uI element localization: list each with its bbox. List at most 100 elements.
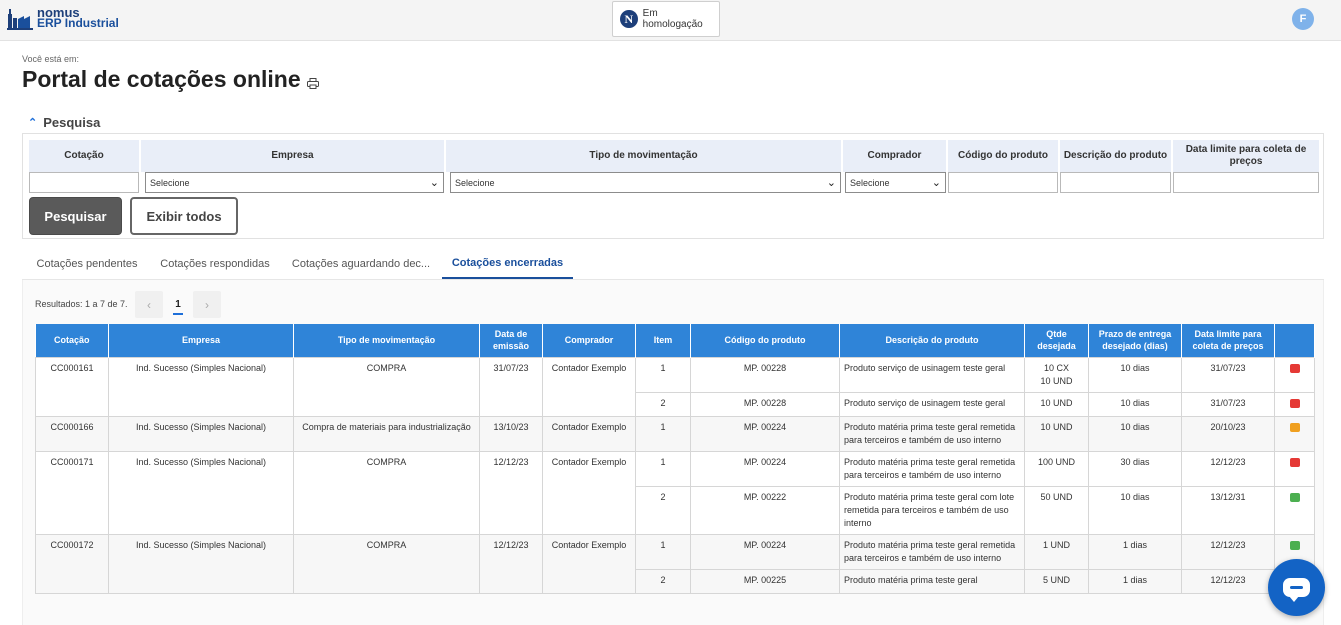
quotation-tabs: Cotações pendentes Cotações respondidas … <box>22 249 1324 280</box>
col-header-status <box>1274 324 1315 357</box>
cell-tipo-movimentacao: COMPRA <box>293 533 480 594</box>
cell-descricao-produto: Produto serviço de usinagem teste geral <box>839 391 1025 417</box>
comprador-select[interactable]: Selecione ⌄ <box>845 172 946 193</box>
cell-empresa: Ind. Sucesso (Simples Nacional) <box>108 533 294 594</box>
col-header-tipo-movimentacao[interactable]: Tipo de movimentação <box>293 324 480 357</box>
chat-button[interactable] <box>1268 559 1325 616</box>
cell-status <box>1274 450 1315 487</box>
descricao-produto-input[interactable] <box>1060 172 1171 193</box>
factory-icon <box>7 9 33 30</box>
cell-data-emissao: 13/10/23 <box>479 415 543 452</box>
cell-data-emissao: 12/12/23 <box>479 533 543 594</box>
search-section-toggle[interactable]: ⌃ Pesquisa <box>28 115 100 130</box>
table-header-row: Cotação Empresa Tipo de movimentação Dat… <box>35 324 1315 357</box>
pagination-next-button[interactable]: › <box>193 291 221 318</box>
quotations-table: Cotação Empresa Tipo de movimentação Dat… <box>35 324 1315 594</box>
cell-item: 2 <box>635 568 691 594</box>
cell-prazo-entrega: 10 dias <box>1088 415 1182 452</box>
cotacao-input[interactable] <box>29 172 139 193</box>
user-avatar[interactable]: F <box>1292 8 1314 30</box>
filter-header-comprador: Comprador <box>843 140 946 172</box>
cell-qtde-desejada: 10 UND <box>1024 415 1089 452</box>
col-header-qtde-desejada[interactable]: Qtde desejada <box>1024 324 1089 357</box>
tab-cotacoes-aguardando[interactable]: Cotações aguardando dec... <box>286 249 436 279</box>
environment-label: Em homologação <box>642 8 703 30</box>
status-indicator-icon <box>1289 363 1300 373</box>
filter-header-tipo-movimentacao: Tipo de movimentação <box>446 140 841 172</box>
filter-header-codigo-produto: Código do produto <box>948 140 1058 172</box>
breadcrumb: Você está em: <box>22 54 80 64</box>
cell-item: 1 <box>635 533 691 570</box>
tab-cotacoes-pendentes[interactable]: Cotações pendentes <box>30 249 144 279</box>
tab-cotacoes-encerradas[interactable]: Cotações encerradas <box>442 249 573 279</box>
cell-data-limite: 31/07/23 <box>1181 391 1275 417</box>
table-row[interactable]: CC000171 Ind. Sucesso (Simples Nacional) C… <box>35 450 1315 535</box>
cell-qtde-desejada: 100 UND <box>1024 450 1089 487</box>
table-row[interactable]: CC000166 Ind. Sucesso (Simples Nacional) C… <box>35 415 1315 452</box>
data-limite-input[interactable] <box>1173 172 1319 193</box>
cell-comprador: Contador Exemplo <box>542 533 636 594</box>
cell-cotacao: CC000166 <box>35 415 109 452</box>
col-header-item[interactable]: Item <box>635 324 691 357</box>
cell-tipo-movimentacao: Compra de materiais para industrializaçã… <box>293 415 480 452</box>
cell-codigo-produto: MP. 00224 <box>690 533 840 570</box>
page-title: Portal de cotações online <box>22 66 319 93</box>
tipo-movimentacao-select[interactable]: Selecione ⌄ <box>450 172 841 193</box>
search-filter-panel: Cotação Empresa Tipo de movimentação Com… <box>22 133 1324 239</box>
cell-prazo-entrega: 10 dias <box>1088 391 1182 417</box>
cell-tipo-movimentacao: COMPRA <box>293 356 480 417</box>
cell-qtde-desejada: 5 UND <box>1024 568 1089 594</box>
cell-descricao-produto: Produto matéria prima teste geral remeti… <box>839 450 1025 487</box>
table-row[interactable]: CC000172 Ind. Sucesso (Simples Nacional) C… <box>35 533 1315 594</box>
status-indicator-icon <box>1289 398 1300 408</box>
logo-line2: ERP Industrial <box>37 16 119 30</box>
printer-icon[interactable] <box>306 78 319 89</box>
table-row[interactable]: CC000161 Ind. Sucesso (Simples Nacional) C… <box>35 356 1315 417</box>
top-bar: nomus ERP Industrial N Em homologação F <box>0 0 1341 41</box>
col-header-comprador[interactable]: Comprador <box>542 324 636 357</box>
status-indicator-icon <box>1289 422 1300 432</box>
cell-status <box>1274 485 1315 535</box>
col-header-data-emissao[interactable]: Data de emissão <box>479 324 543 357</box>
page-title-text: Portal de cotações online <box>22 66 301 92</box>
col-header-descricao-produto[interactable]: Descrição do produto <box>839 324 1025 357</box>
nomus-logo[interactable]: nomus ERP Industrial <box>7 6 119 30</box>
pagination-page-1[interactable]: 1 <box>164 291 192 318</box>
cell-codigo-produto: MP. 00222 <box>690 485 840 535</box>
cell-prazo-entrega: 1 dias <box>1088 568 1182 594</box>
cell-prazo-entrega: 10 dias <box>1088 356 1182 393</box>
cell-qtde-desejada: 10 CX 10 UND <box>1024 356 1089 393</box>
col-header-data-limite[interactable]: Data limite para coleta de preços <box>1181 324 1275 357</box>
cell-data-limite: 31/07/23 <box>1181 356 1275 393</box>
nomus-n-icon: N <box>620 10 638 28</box>
filter-header-data-limite: Data limite para coleta de preços <box>1173 140 1319 172</box>
cell-descricao-produto: Produto matéria prima teste geral com lo… <box>839 485 1025 535</box>
status-indicator-icon <box>1289 540 1300 550</box>
cell-data-limite: 13/12/31 <box>1181 485 1275 535</box>
col-header-codigo-produto[interactable]: Código do produto <box>690 324 840 357</box>
cell-data-limite: 20/10/23 <box>1181 415 1275 452</box>
pagination-prev-button[interactable]: ‹ <box>135 291 163 318</box>
cell-comprador: Contador Exemplo <box>542 356 636 417</box>
cell-qtde-desejada: 1 UND <box>1024 533 1089 570</box>
cell-data-emissao: 31/07/23 <box>479 356 543 417</box>
chevron-down-icon: ⌄ <box>931 177 941 189</box>
cell-prazo-entrega: 10 dias <box>1088 485 1182 535</box>
codigo-produto-input[interactable] <box>948 172 1058 193</box>
cell-codigo-produto: MP. 00228 <box>690 391 840 417</box>
tab-cotacoes-respondidas[interactable]: Cotações respondidas <box>154 249 276 279</box>
empresa-select[interactable]: Selecione ⌄ <box>145 172 444 193</box>
table-body: CC000161 Ind. Sucesso (Simples Nacional) C… <box>35 356 1315 594</box>
show-all-button[interactable]: Exibir todos <box>130 197 238 235</box>
col-header-prazo-entrega[interactable]: Prazo de entrega desejado (dias) <box>1088 324 1182 357</box>
cell-cotacao: CC000161 <box>35 356 109 417</box>
status-indicator-icon <box>1289 492 1300 502</box>
cell-data-limite: 12/12/23 <box>1181 450 1275 487</box>
search-button[interactable]: Pesquisar <box>29 197 122 235</box>
col-header-empresa[interactable]: Empresa <box>108 324 294 357</box>
search-section-title: Pesquisa <box>43 115 101 130</box>
cell-data-limite: 12/12/23 <box>1181 533 1275 570</box>
cell-codigo-produto: MP. 00224 <box>690 450 840 487</box>
col-header-cotacao[interactable]: Cotação <box>35 324 109 357</box>
results-panel: Resultados: 1 a 7 de 7. ‹ 1 › Cotação Em… <box>22 280 1324 625</box>
